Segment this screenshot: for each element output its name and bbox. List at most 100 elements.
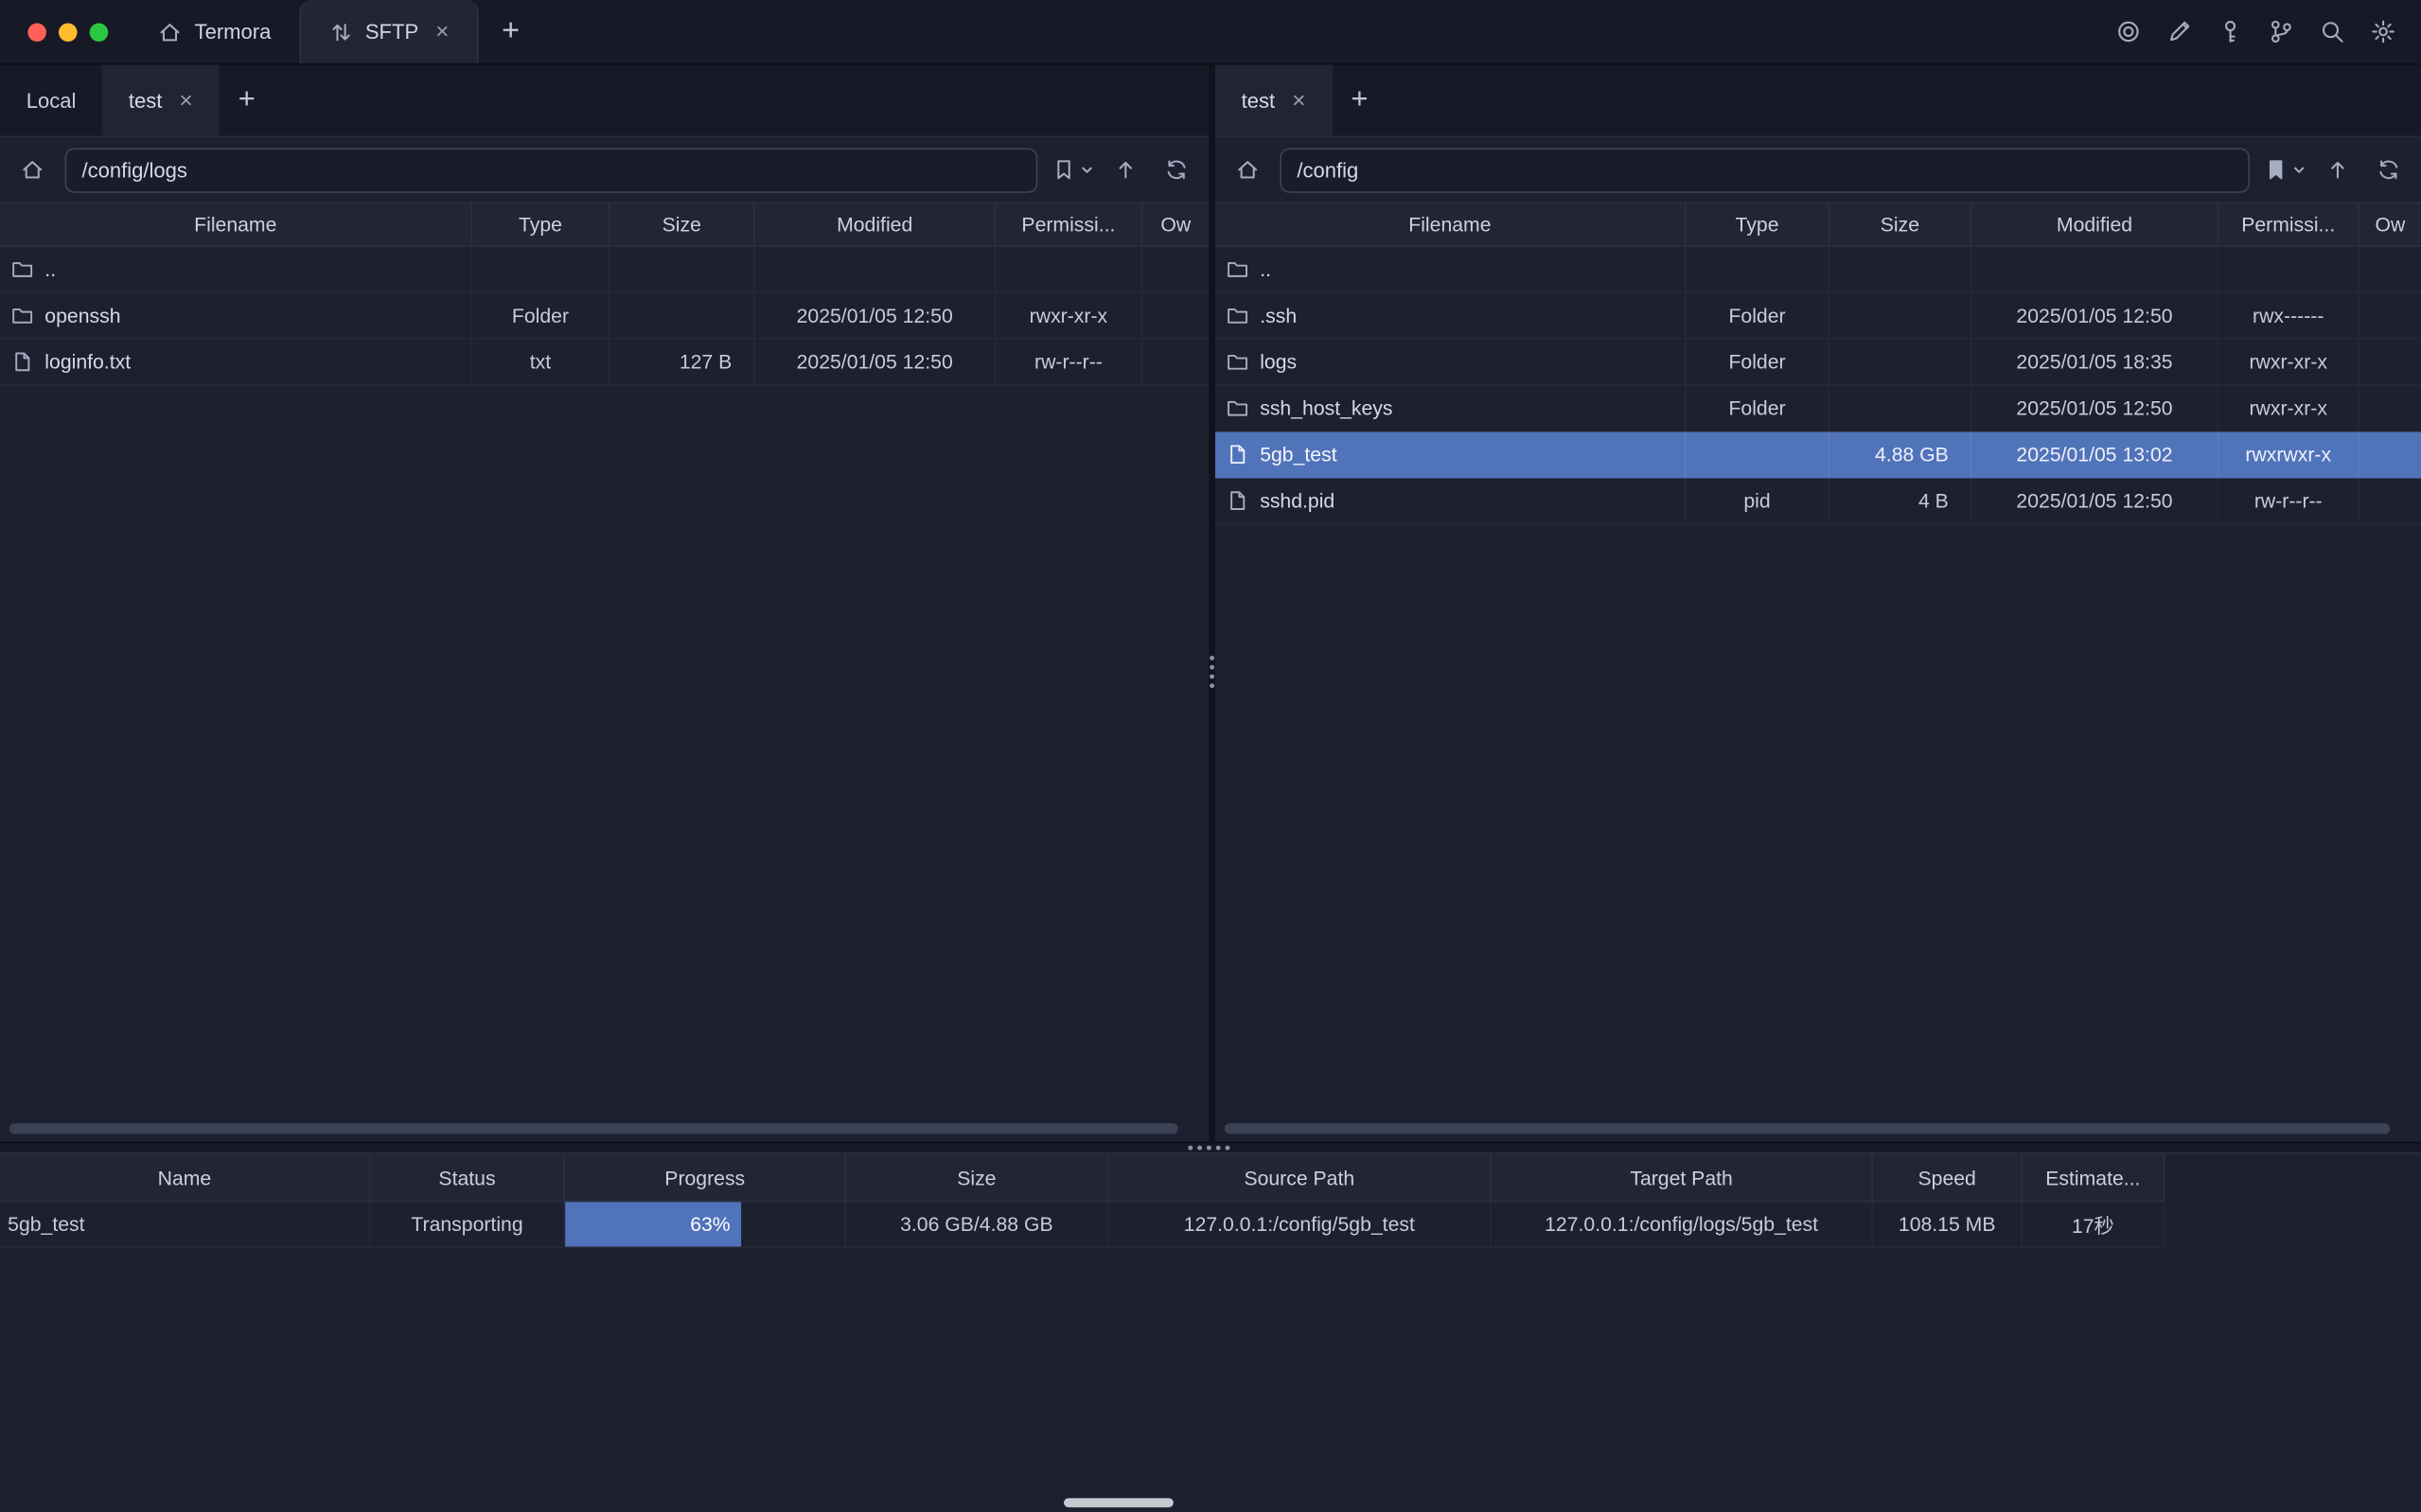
close-icon[interactable]: ×	[1292, 89, 1305, 112]
cell-permissions	[996, 247, 1142, 291]
left-refresh-button[interactable]	[1158, 149, 1195, 189]
termora-window: Termora SFTP × + Local test	[0, 0, 2421, 1512]
column-header-size[interactable]: Size	[846, 1154, 1108, 1203]
cell-size	[1829, 386, 1971, 431]
git-branch-icon[interactable]	[2269, 19, 2295, 45]
header-filler	[2165, 1154, 2421, 1203]
cell-type: Folder	[1686, 293, 1829, 338]
tab-local-label: Local	[27, 89, 77, 112]
folder-icon	[10, 304, 33, 326]
tab-test-right[interactable]: test ×	[1215, 64, 1332, 135]
column-header-size[interactable]: Size	[610, 203, 754, 245]
transfer-splitter[interactable]	[0, 1142, 2421, 1154]
cell-filename: openssh	[0, 293, 472, 338]
column-header-type[interactable]: Type	[1686, 203, 1829, 245]
folder-icon	[10, 257, 33, 280]
file-row[interactable]: loginfo.txt txt 127 B 2025/01/05 12:50 r…	[0, 340, 1209, 386]
file-row[interactable]: ..	[1215, 247, 2421, 293]
cell-transfer-name: 5gb_test	[0, 1202, 371, 1248]
left-add-tab-button[interactable]: +	[219, 64, 274, 135]
row-filler	[2165, 1202, 2421, 1248]
tab-local[interactable]: Local	[0, 64, 102, 135]
cell-permissions: rw-r--r--	[2218, 478, 2359, 522]
cell-modified: 2025/01/05 12:50	[755, 293, 996, 338]
close-window-button[interactable]	[27, 23, 46, 42]
column-header-status[interactable]: Status	[371, 1154, 566, 1203]
right-horizontal-scrollbar[interactable]	[1225, 1123, 2391, 1134]
left-horizontal-scrollbar[interactable]	[9, 1123, 1178, 1134]
close-icon[interactable]: ×	[435, 20, 449, 43]
column-header-progress[interactable]: Progress	[565, 1154, 846, 1203]
splitter-handle-icon	[1188, 1146, 1229, 1151]
column-header-size[interactable]: Size	[1829, 203, 1971, 245]
close-icon[interactable]: ×	[179, 89, 192, 112]
cell-size: 4 B	[1829, 478, 1971, 522]
tab-test-left[interactable]: test ×	[102, 64, 219, 135]
tab-test-right-label: test	[1242, 89, 1276, 112]
cell-permissions	[2218, 247, 2359, 291]
file-row[interactable]: .ssh Folder 2025/01/05 12:50 rwx------	[1215, 293, 2421, 340]
column-header-modified[interactable]: Modified	[1971, 203, 2218, 245]
file-row[interactable]: ssh_host_keys Folder 2025/01/05 12:50 rw…	[1215, 386, 2421, 432]
column-header-permissions[interactable]: Permissi...	[2218, 203, 2359, 245]
cell-modified: 2025/01/05 18:35	[1971, 340, 2218, 384]
cell-owner	[2359, 247, 2421, 291]
cell-owner	[2359, 432, 2421, 477]
file-row-selected[interactable]: 5gb_test 4.88 GB 2025/01/05 13:02 rwxrwx…	[1215, 432, 2421, 479]
cell-transfer-size: 3.06 GB/4.88 GB	[846, 1202, 1108, 1248]
right-bookmark-button[interactable]	[2264, 149, 2306, 189]
right-path-input[interactable]	[1280, 148, 2250, 192]
file-row[interactable]: openssh Folder 2025/01/05 12:50 rwxr-xr-…	[0, 293, 1209, 340]
cell-transfer-speed: 108.15 MB	[1873, 1202, 2023, 1248]
column-header-owner[interactable]: Ow	[2359, 203, 2421, 245]
left-table-header: Filename Type Size Modified Permissi... …	[0, 202, 1209, 247]
column-header-modified[interactable]: Modified	[755, 203, 996, 245]
cell-transfer-progress: 63%	[565, 1202, 846, 1248]
right-home-button[interactable]	[1229, 149, 1266, 189]
cell-modified: 2025/01/05 12:50	[1971, 293, 2218, 338]
cell-type: txt	[472, 340, 610, 384]
transfer-row[interactable]: 5gb_test Transporting 63% 3.06 GB/4.88 G…	[0, 1202, 2421, 1248]
cell-permissions: rwxr-xr-x	[996, 293, 1142, 338]
new-tab-button[interactable]: +	[478, 0, 543, 63]
minimize-window-button[interactable]	[59, 23, 78, 42]
left-bookmark-button[interactable]	[1051, 149, 1093, 189]
column-header-target-path[interactable]: Target Path	[1492, 1154, 1873, 1203]
column-header-speed[interactable]: Speed	[1873, 1154, 2023, 1203]
cell-type	[1686, 432, 1829, 477]
tab-termora[interactable]: Termora	[130, 0, 299, 63]
left-up-directory-button[interactable]	[1107, 149, 1144, 189]
column-header-owner[interactable]: Ow	[1142, 203, 1209, 245]
column-header-source-path[interactable]: Source Path	[1108, 1154, 1492, 1203]
sftp-split-view: Local test × +	[0, 64, 2421, 1141]
cell-filename: ..	[1215, 247, 1687, 291]
file-row[interactable]: sshd.pid pid 4 B 2025/01/05 12:50 rw-r--…	[1215, 478, 2421, 524]
file-row[interactable]: ..	[0, 247, 1209, 293]
cell-owner	[2359, 386, 2421, 431]
gear-icon[interactable]	[2370, 19, 2396, 45]
file-row[interactable]: logs Folder 2025/01/05 18:35 rwxr-xr-x	[1215, 340, 2421, 386]
left-home-button[interactable]	[14, 149, 51, 189]
cell-owner	[1142, 340, 1209, 384]
zoom-window-button[interactable]	[90, 23, 109, 42]
right-add-tab-button[interactable]: +	[1332, 64, 1387, 135]
column-header-filename[interactable]: Filename	[0, 203, 472, 245]
search-icon[interactable]	[2319, 19, 2345, 45]
left-path-input[interactable]	[65, 148, 1038, 192]
cell-filename: ssh_host_keys	[1215, 386, 1687, 431]
right-refresh-button[interactable]	[2370, 149, 2407, 189]
key-icon[interactable]	[2218, 19, 2244, 45]
tab-sftp[interactable]: SFTP ×	[299, 0, 479, 63]
cell-filename: .ssh	[1215, 293, 1687, 338]
record-icon[interactable]	[2115, 19, 2142, 45]
cell-transfer-target: 127.0.0.1:/config/logs/5gb_test	[1492, 1202, 1873, 1248]
column-header-permissions[interactable]: Permissi...	[996, 203, 1142, 245]
window-horizontal-scrollbar[interactable]	[1064, 1498, 1174, 1507]
column-header-estimate[interactable]: Estimate...	[2023, 1154, 2165, 1203]
pencil-icon[interactable]	[2166, 19, 2193, 45]
column-header-type[interactable]: Type	[472, 203, 610, 245]
column-header-name[interactable]: Name	[0, 1154, 371, 1203]
right-up-directory-button[interactable]	[2319, 149, 2356, 189]
tab-test-left-label: test	[129, 89, 163, 112]
column-header-filename[interactable]: Filename	[1215, 203, 1687, 245]
